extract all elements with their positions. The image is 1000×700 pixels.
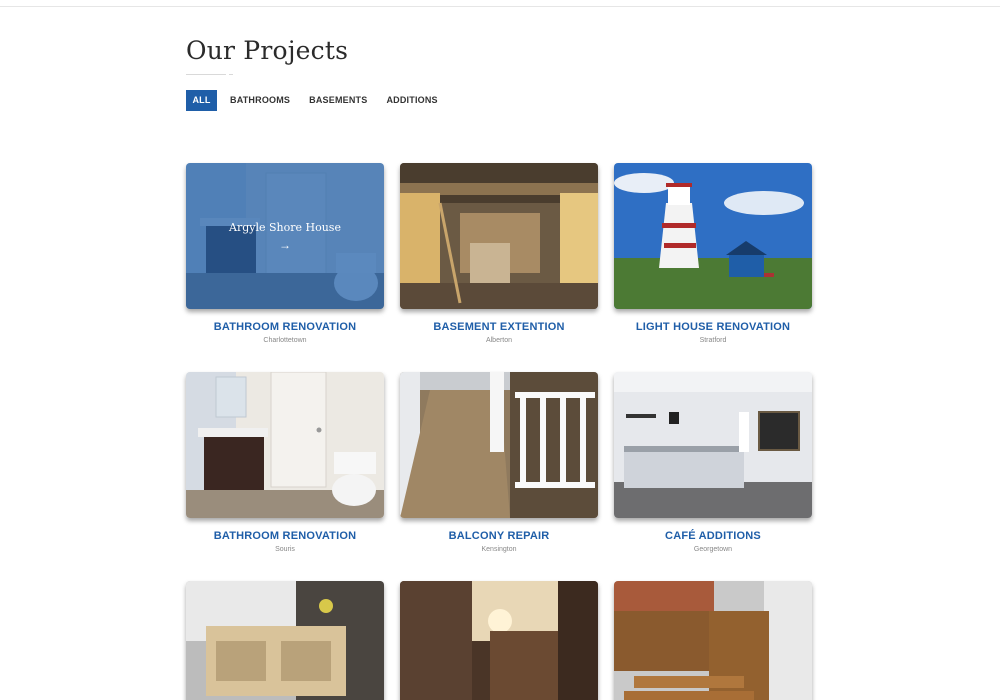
- project-image-lighthouse[interactable]: [614, 163, 812, 309]
- project-card[interactable]: [614, 581, 812, 700]
- project-title[interactable]: BATHROOM RENOVATION: [186, 530, 384, 542]
- cafe-photo: [614, 372, 812, 518]
- project-title[interactable]: LIGHT HOUSE RENOVATION: [614, 321, 812, 333]
- overlay-title: Argyle Shore House: [229, 220, 341, 234]
- project-image-fence[interactable]: [400, 581, 598, 700]
- project-hover-overlay[interactable]: Argyle Shore House →: [186, 163, 384, 309]
- filter-basements[interactable]: BASEMENTS: [302, 90, 374, 111]
- project-image-deck[interactable]: [614, 581, 812, 700]
- title-underline-dot: [229, 74, 233, 75]
- project-card[interactable]: [186, 581, 384, 700]
- project-title[interactable]: CAFÉ ADDITIONS: [614, 530, 812, 542]
- project-location: Georgetown: [693, 546, 733, 553]
- header-divider: [0, 6, 1000, 7]
- project-card[interactable]: BATHROOM RENOVATION Souris: [186, 372, 384, 553]
- arrow-right-icon[interactable]: →: [279, 238, 291, 252]
- project-image-woodwork[interactable]: [186, 581, 384, 700]
- project-title[interactable]: BATHROOM RENOVATION: [186, 321, 384, 333]
- project-image-balcony[interactable]: [400, 372, 598, 518]
- lighthouse-photo: [614, 163, 812, 309]
- filter-all[interactable]: ALL: [186, 90, 217, 111]
- project-location: Alberton: [485, 337, 513, 344]
- project-image-bathroom[interactable]: [186, 372, 384, 518]
- project-location: Kensington: [481, 546, 517, 553]
- filter-additions[interactable]: ADDITIONS: [379, 90, 444, 111]
- project-image-bathroom[interactable]: Argyle Shore House →: [186, 163, 384, 309]
- project-card[interactable]: Argyle Shore House → BATHROOM RENOVATION…: [186, 163, 384, 344]
- project-image-cafe[interactable]: [614, 372, 812, 518]
- project-filters: ALL BATHROOMS BASEMENTS ADDITIONS: [186, 90, 450, 111]
- balcony-photo: [400, 372, 598, 518]
- garage-woodwork-photo: [186, 581, 384, 700]
- project-card[interactable]: [400, 581, 598, 700]
- filter-bathrooms[interactable]: BATHROOMS: [223, 90, 297, 111]
- basement-photo: [400, 163, 598, 309]
- deck-stairs-photo: [614, 581, 812, 700]
- project-card[interactable]: BASEMENT EXTENTION Alberton: [400, 163, 598, 344]
- title-underline: [186, 74, 226, 75]
- project-location: Charlottetown: [263, 337, 307, 344]
- bathroom-photo: [186, 372, 384, 518]
- project-image-basement[interactable]: [400, 163, 598, 309]
- project-location: Souris: [275, 546, 295, 553]
- project-card[interactable]: CAFÉ ADDITIONS Georgetown: [614, 372, 812, 553]
- project-card[interactable]: LIGHT HOUSE RENOVATION Stratford: [614, 163, 812, 344]
- project-title[interactable]: BALCONY REPAIR: [400, 530, 598, 542]
- project-location: Stratford: [699, 337, 727, 344]
- project-card[interactable]: BALCONY REPAIR Kensington: [400, 372, 598, 553]
- fence-photo: [400, 581, 598, 700]
- page-title: Our Projects: [186, 36, 349, 65]
- project-title[interactable]: BASEMENT EXTENTION: [400, 321, 598, 333]
